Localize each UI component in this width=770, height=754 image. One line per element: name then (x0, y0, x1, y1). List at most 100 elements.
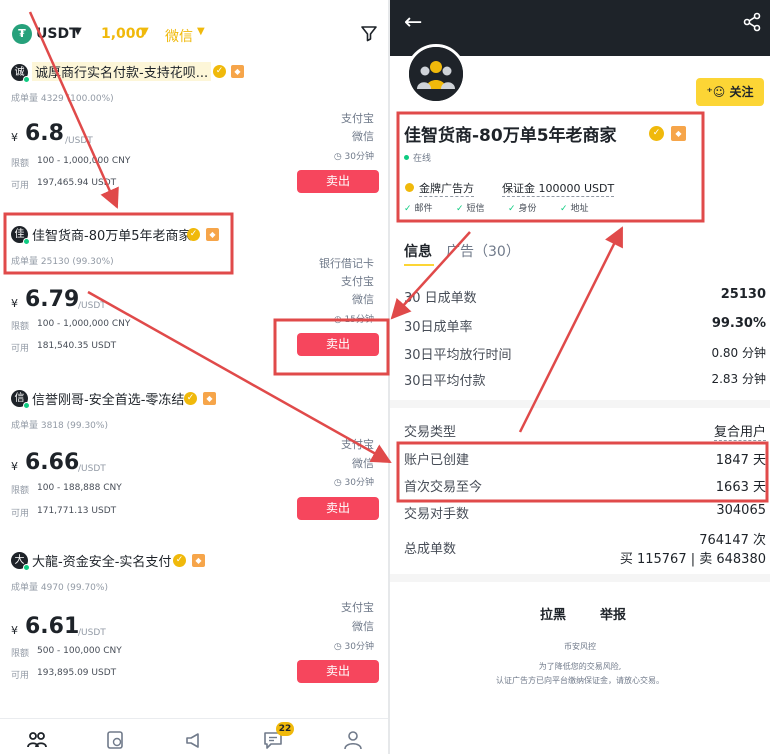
block-button[interactable]: 拉黑 (540, 604, 566, 623)
buy-sell-split: 买 115767 | 卖 648380 (619, 552, 766, 567)
limit-value: 100 - 1,000,000 CNY (37, 156, 131, 166)
usdt-coin-icon: ₮ (12, 24, 32, 44)
payment-method: 微信 (352, 620, 374, 633)
limit-value: 100 - 188,888 CNY (37, 483, 122, 493)
currency-symbol: ¥ (11, 131, 18, 144)
merchant-name[interactable]: 诚厚商行实名付款-支持花呗... (32, 62, 212, 81)
filter-icon[interactable] (360, 24, 378, 42)
verified-badge-icon: ✓ (213, 65, 226, 78)
stat-label: 总成单数 (404, 542, 457, 557)
gold-advertiser-label[interactable]: 金牌广告方 (419, 180, 474, 197)
currency-symbol: ¥ (11, 624, 18, 637)
price-unit: /USDT (78, 628, 106, 638)
listing-card: 诚 诚厚商行实名付款-支持花呗... ✓ ◆ 成单量 4329 (100.00%… (0, 58, 388, 218)
order-stats: 成单量 3818 (99.30%) (11, 421, 108, 431)
price: 6.66 (25, 450, 80, 475)
stat-row: 30日平均放行时间 0.80 分钟 (404, 344, 766, 364)
stat-value[interactable]: 复合用户 (713, 421, 766, 441)
payment-method: 微信 (352, 293, 374, 306)
p2p-users-icon[interactable] (26, 729, 48, 751)
risk-control-title: 币安风控 (564, 642, 596, 651)
chevron-down-icon: ▼ (141, 26, 149, 37)
stat-row: 30日平均付款 2.83 分钟 (404, 370, 766, 390)
stat-value: 1663 天 (715, 480, 766, 495)
merchant-logo-icon (409, 47, 463, 101)
stat-row: 交易对手数 304065 (404, 503, 766, 523)
payment-time: ◷ 30分钟 (333, 642, 374, 652)
merchant-name[interactable]: 佳智货商-80万单5年老商家 (32, 225, 192, 244)
sell-button[interactable]: 卖出 (297, 333, 379, 356)
available-label: 可用 (11, 344, 30, 354)
stat-label: 交易对手数 (404, 507, 470, 522)
chevron-down-icon: ▼ (197, 26, 205, 37)
back-arrow-icon[interactable]: ← (404, 12, 426, 34)
share-icon[interactable] (742, 12, 762, 32)
notification-badge: 22 (276, 722, 294, 736)
active-tab-indicator (404, 264, 434, 266)
stat-label: 账户已创建 (404, 453, 470, 468)
payment-time: ◷ 30分钟 (333, 478, 374, 488)
limit-label: 限额 (11, 486, 30, 496)
price: 6.8 (25, 121, 64, 146)
payment-time: ◷ 15分钟 (333, 315, 374, 325)
available-label: 可用 (11, 181, 30, 191)
gold-advertiser-icon (405, 183, 414, 192)
order-stats: 成单量 25130 (99.30%) (11, 257, 114, 267)
stat-label: 30日平均付款 (404, 374, 486, 389)
verify-sms: ✓ 短信 (456, 204, 485, 214)
merchant-name[interactable]: 大龍-资金安全-实名支付 (32, 551, 171, 570)
p2p-market-list: ₮ USDT ▼ 1,000 ▼ 微信 ▼ 诚 诚厚商行实名付款-支持花呗...… (0, 0, 388, 754)
stat-value: 25130 (720, 287, 766, 302)
payment-method: 微信 (352, 130, 374, 143)
online-status-icon (404, 155, 409, 160)
sell-button[interactable]: 卖出 (297, 660, 379, 683)
bottom-nav (0, 718, 388, 754)
available-value: 171,771.13 USDT (37, 506, 117, 516)
coin-selector[interactable]: USDT (36, 26, 79, 42)
limit-value: 500 - 100,000 CNY (37, 646, 122, 656)
follow-button[interactable]: ⁺☺ 关注 (696, 78, 764, 106)
stat-label: 首次交易至今 (404, 480, 483, 495)
shield-badge-icon: ◆ (671, 126, 686, 141)
available-value: 181,540.35 USDT (37, 341, 117, 351)
stat-value: 99.30% (711, 316, 766, 331)
price-unit: /USDT (65, 136, 93, 146)
sell-button[interactable]: 卖出 (297, 497, 379, 520)
merchant-name[interactable]: 信誉刚哥-安全首选-零冻结 (32, 389, 184, 408)
price: 6.79 (25, 287, 80, 312)
tab-ads[interactable]: 广告（30） (446, 241, 520, 261)
verified-badge-icon: ✓ (184, 392, 197, 405)
stat-value: 1847 天 (715, 453, 766, 468)
profile-icon[interactable] (342, 729, 364, 751)
stat-value: 2.83 分钟 (711, 372, 766, 386)
shield-badge-icon: ◆ (206, 228, 219, 241)
limit-label: 限额 (11, 159, 30, 169)
announcement-icon[interactable] (183, 729, 205, 751)
stat-row: 30日成单率 99.30% (404, 316, 766, 336)
avatar: 信 (11, 390, 30, 409)
stat-row: 30 日成单数 25130 (404, 287, 766, 307)
verify-identity: ✓ 身份 (508, 204, 537, 214)
risk-text-line: 为了降低您的交易风险, (538, 662, 622, 671)
available-value: 193,895.09 USDT (37, 668, 117, 678)
limit-label: 限额 (11, 322, 30, 332)
verified-badge-icon: ✓ (173, 554, 186, 567)
shield-badge-icon: ◆ (231, 65, 244, 78)
payment-method: 支付宝 (341, 438, 374, 451)
stat-label: 交易类型 (404, 425, 457, 440)
stat-label: 30日成单率 (404, 320, 473, 335)
merchant-name: 佳智货商-80万单5年老商家 (404, 126, 617, 146)
online-status: 在线 (413, 154, 432, 164)
amount-selector[interactable]: 1,000 (101, 26, 145, 42)
report-button[interactable]: 举报 (600, 604, 626, 623)
sell-button[interactable]: 卖出 (297, 170, 379, 193)
security-deposit[interactable]: 保证金 100000 USDT (502, 180, 615, 197)
tab-info[interactable]: 信息 (404, 241, 432, 261)
orders-icon[interactable] (104, 729, 126, 751)
currency-symbol: ¥ (11, 460, 18, 473)
stat-row: 交易类型 复合用户 (404, 421, 766, 441)
payment-selector[interactable]: 微信 (165, 26, 193, 46)
section-divider (390, 574, 770, 582)
listing-card: 信 信誉刚哥-安全首选-零冻结 ✓ ◆ 成单量 3818 (99.30%) ¥ … (0, 388, 388, 548)
stat-label: 30日平均放行时间 (404, 348, 512, 363)
